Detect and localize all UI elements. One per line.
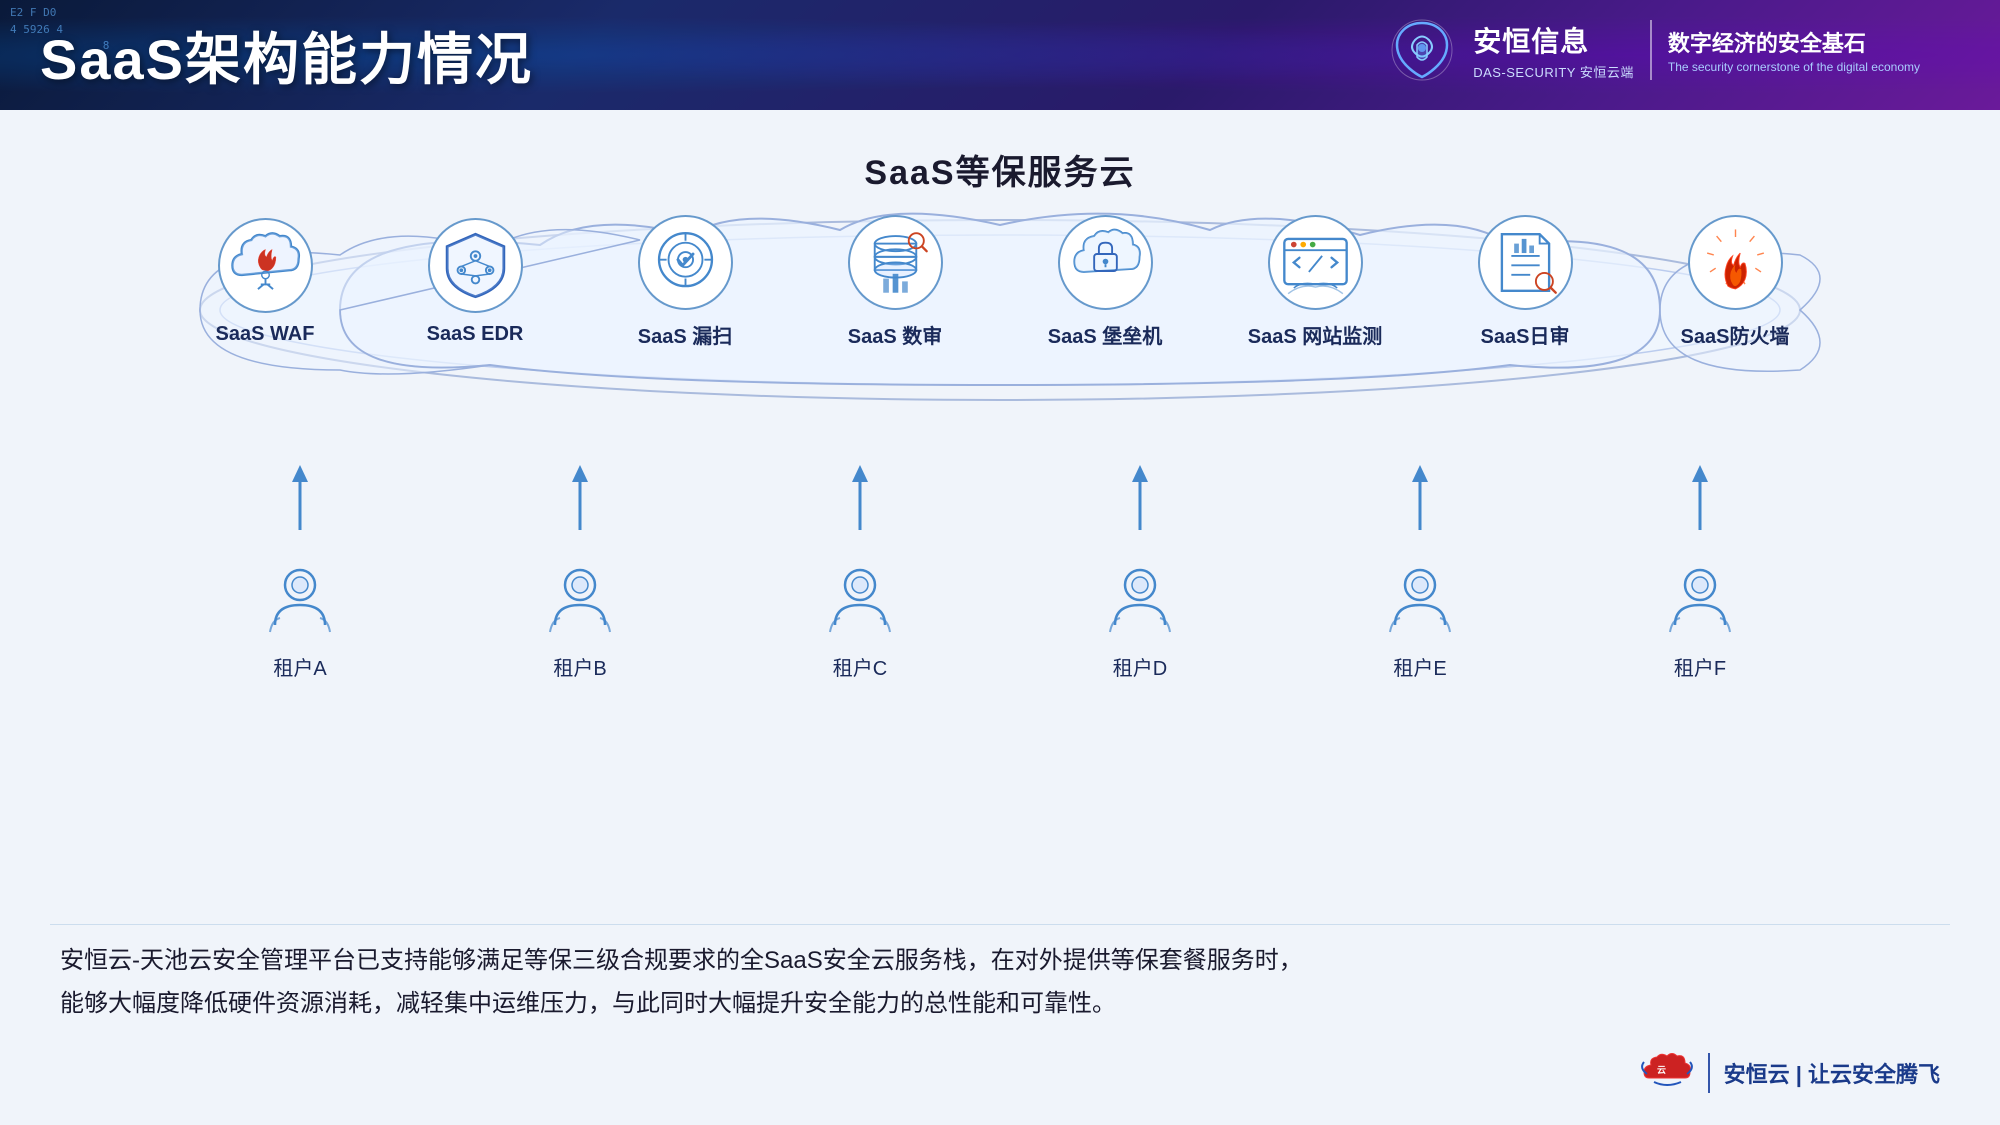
footer-brand: 安恒云 [1724,1062,1790,1087]
tenant-f: 租户F [1620,560,1780,681]
service-waf: SaaS WAF [185,218,345,346]
company-logo-icon [1387,15,1457,85]
tenant-f-label: 租户F [1674,652,1726,681]
tenant-a: 租户A [220,560,380,681]
description-line1: 安恒云-天池云安全管理平台已支持能够满足等保三级合规要求的全SaaS安全云服务栈… [60,939,1700,982]
tenants-row: 租户A 租户B 租户C 租户D [160,560,1840,681]
footer-logo-divider [1708,1053,1710,1093]
logo-divider [1650,20,1652,80]
arrow-2 [500,460,660,540]
footer-tagline: 安恒云 | 让云安全腾飞 [1724,1057,1940,1089]
arrow-3 [780,460,940,540]
section-title: SaaS等保服务云 [864,145,1135,194]
edr-icon-circle [428,218,523,313]
tenant-b: 租户B [500,560,660,681]
scan-label: SaaS 漏扫 [638,320,732,349]
service-monitor: SaaS 网站监测 [1235,215,1395,349]
services-row: SaaS WAF SaaS EDR [160,215,1840,349]
footer-slogan: 让云安全腾飞 [1808,1062,1940,1087]
service-edr: SaaS EDR [395,218,555,346]
bastion-label: SaaS 堡垒机 [1048,320,1162,349]
service-audit: SaaS 数审 [815,215,975,349]
monitor-label: SaaS 网站监测 [1248,320,1382,349]
company-name: 安恒信息 [1473,20,1589,60]
monitor-icon-circle [1268,215,1363,310]
tagline-english: The security cornerstone of the digital … [1668,60,1920,74]
footer-logo: 云 安恒云 | 让云安全腾飞 [1639,1050,1940,1095]
tenant-e: 租户E [1340,560,1500,681]
tagline-chinese: 数字经济的安全基石 [1668,26,1920,58]
company-sub: DAS-SECURITY 安恒云端 [1473,62,1634,81]
logo-text: 安恒信息 DAS-SECURITY 安恒云端 [1473,20,1634,81]
description-line2: 能够大幅度降低硬件资源消耗，减轻集中运维压力，与此同时大幅提升安全能力的总性能和… [60,982,1700,1025]
tenant-d: 租户D [1060,560,1220,681]
audit-icon-circle [848,215,943,310]
arrow-1 [220,460,380,540]
arrows-row [160,460,1840,540]
waf-icon-circle [218,218,313,313]
svg-text:云: 云 [1657,1065,1666,1075]
arrow-6 [1620,460,1780,540]
service-bastion: SaaS 堡垒机 [1025,215,1185,349]
tenant-e-label: 租户E [1393,652,1446,681]
bastion-icon-circle [1058,215,1153,310]
tenant-a-label: 租户A [273,652,326,681]
service-scan: SaaS 漏扫 [605,215,765,349]
tenant-c-label: 租户C [833,652,887,681]
tenant-c: 租户C [780,560,940,681]
logaudit-icon-circle [1478,215,1573,310]
page-title: SaaS架构能力情况 [40,15,533,96]
arrow-5 [1340,460,1500,540]
firewall-icon-circle [1688,215,1783,310]
arrow-4 [1060,460,1220,540]
service-firewall: SaaS防火墙 [1655,215,1815,349]
footer-separator: | [1796,1062,1808,1087]
tenant-b-label: 租户B [553,652,606,681]
logaudit-label: SaaS日审 [1481,320,1570,349]
service-logaudit: SaaS日审 [1445,215,1605,349]
firewall-label: SaaS防火墙 [1681,320,1790,349]
audit-label: SaaS 数审 [848,320,942,349]
scan-icon-circle [638,215,733,310]
edr-label: SaaS EDR [427,323,524,346]
logo-tagline: 数字经济的安全基石 The security cornerstone of th… [1668,26,1920,74]
separator-line [50,924,1950,926]
description-text: 安恒云-天池云安全管理平台已支持能够满足等保三级合规要求的全SaaS安全云服务栈… [60,939,1700,1025]
footer-logo-icon: 云 [1639,1050,1694,1095]
logo-area: 安恒信息 DAS-SECURITY 安恒云端 数字经济的安全基石 The sec… [1387,15,1920,85]
tenant-d-label: 租户D [1113,652,1167,681]
waf-label: SaaS WAF [216,323,315,346]
